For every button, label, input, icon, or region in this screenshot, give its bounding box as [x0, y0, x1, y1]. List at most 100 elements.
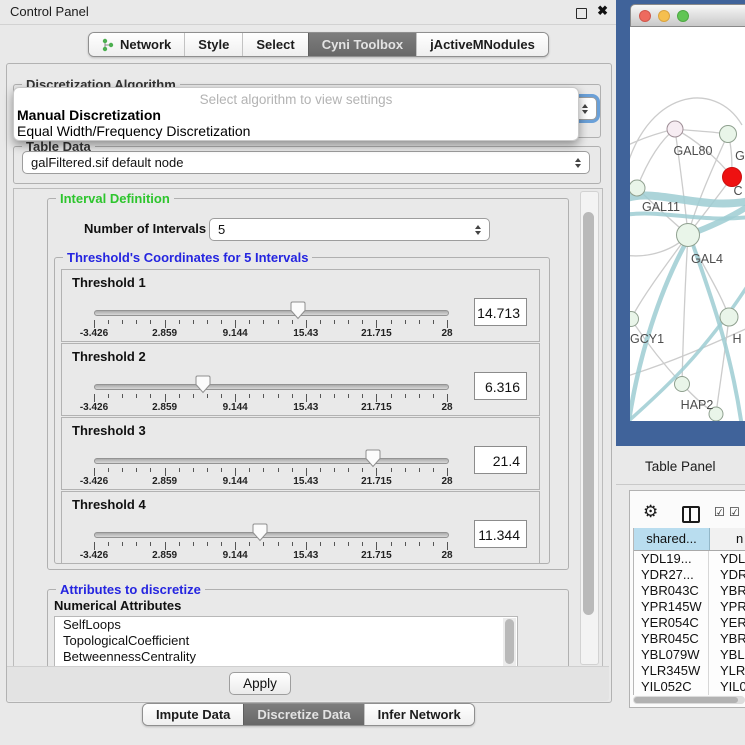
tab-select[interactable]: Select: [242, 33, 307, 56]
slider-thumb[interactable]: [252, 523, 268, 542]
tick-label: 2.859: [152, 476, 177, 487]
node-label-g: G: [735, 149, 745, 163]
settings-vertical-scrollbar[interactable]: [580, 191, 599, 665]
num-intervals-value: 5: [218, 222, 225, 237]
slider-track[interactable]: [94, 532, 449, 538]
slider-track[interactable]: [94, 458, 449, 464]
network-node-gal80[interactable]: [667, 121, 683, 137]
network-edge: [637, 129, 675, 188]
cell-name[interactable]: YIL0: [709, 679, 745, 695]
network-window-titlebar[interactable]: [630, 4, 745, 27]
table-data-combo[interactable]: galFiltered.sif default node: [22, 151, 590, 174]
tick-label: 15.43: [293, 550, 318, 561]
slider-thumb[interactable]: [365, 449, 381, 468]
minimize-traffic-light-icon[interactable]: [658, 10, 670, 22]
cell-shared-name[interactable]: YBR045C: [634, 631, 709, 647]
column-header-shared-name[interactable]: shared...: [634, 528, 710, 550]
tick-label: 21.715: [361, 402, 392, 413]
threshold-value-field[interactable]: 14.713: [474, 298, 527, 326]
cell-name[interactable]: YBL0: [709, 647, 745, 663]
slider-track[interactable]: [94, 310, 449, 316]
table-row[interactable]: YIL052CYIL0: [634, 679, 745, 695]
tick-label: 2.859: [152, 550, 177, 561]
tab-infer-network[interactable]: Infer Network: [364, 704, 474, 725]
tab-jactivemnodules[interactable]: jActiveMNodules: [416, 33, 548, 56]
slider-thumb[interactable]: [195, 375, 211, 394]
close-traffic-light-icon[interactable]: [639, 10, 651, 22]
cell-shared-name[interactable]: YDR27...: [634, 567, 709, 583]
tab-discretize-data[interactable]: Discretize Data: [243, 704, 363, 725]
dropdown-option-manual-discretization[interactable]: Manual Discretization: [17, 107, 161, 123]
slider-thumb[interactable]: [290, 301, 306, 320]
table-body: YDL19...YDL1YDR27...YDR2YBR043CYBR0YPR14…: [634, 551, 745, 695]
threshold-label: Threshold 3: [72, 423, 146, 438]
apply-button[interactable]: Apply: [229, 672, 291, 695]
node-table: shared... n YDL19...YDL1YDR27...YDR2YBR0…: [633, 528, 745, 695]
threshold-label: Threshold 2: [72, 349, 146, 364]
network-node-node-top-right[interactable]: [720, 126, 737, 143]
tab-cyni-toolbox[interactable]: Cyni Toolbox: [308, 33, 416, 56]
cell-name[interactable]: YBR0: [709, 583, 745, 599]
table-row[interactable]: YER054CYER0: [634, 615, 745, 631]
checkbox-icon[interactable]: ☑: [729, 505, 740, 519]
tick-label: 21.715: [361, 476, 392, 487]
cell-shared-name[interactable]: YPR145W: [634, 599, 709, 615]
dropdown-option-equal-width-frequency[interactable]: Equal Width/Frequency Discretization: [17, 123, 250, 139]
cell-shared-name[interactable]: YER054C: [634, 615, 709, 631]
network-node-h-node[interactable]: [720, 308, 738, 326]
table-row[interactable]: YDL19...YDL1: [634, 551, 745, 567]
algorithm-dropdown-popup: Select algorithm to view settings Manual…: [13, 87, 579, 141]
threshold-panel-3: Threshold 3 -3.4262.8599.14415.4321.7152…: [61, 417, 540, 490]
column-header-name[interactable]: n: [710, 528, 745, 550]
cell-name[interactable]: YBR0: [709, 631, 745, 647]
cell-shared-name[interactable]: YLR345W: [634, 663, 709, 679]
cell-name[interactable]: YDL1: [709, 551, 745, 567]
attribute-item-selfloops[interactable]: SelfLoops: [55, 617, 517, 633]
network-node-gal4[interactable]: [677, 224, 700, 247]
tab-style[interactable]: Style: [184, 33, 242, 56]
table-row[interactable]: YBR045CYBR0: [634, 631, 745, 647]
cell-name[interactable]: YPR1: [709, 599, 745, 615]
float-window-icon[interactable]: [576, 8, 587, 19]
tab-network[interactable]: Network: [89, 33, 184, 56]
scrollbar-thumb[interactable]: [583, 212, 594, 615]
cell-shared-name[interactable]: YDL19...: [634, 551, 709, 567]
table-row[interactable]: YPR145WYPR1: [634, 599, 745, 615]
close-icon[interactable]: ✖: [597, 3, 608, 19]
table-horizontal-scrollbar[interactable]: [633, 696, 745, 704]
threshold-label: Threshold 4: [72, 497, 146, 512]
cell-name[interactable]: YDR2: [709, 567, 745, 583]
table-row[interactable]: YDR27...YDR2: [634, 567, 745, 583]
table-panel: Table Panel ⚙ ☑ ☑ shared... n YDL19...YD…: [616, 446, 745, 745]
list-scrollbar[interactable]: [503, 618, 516, 666]
cell-name[interactable]: YLR3: [709, 663, 745, 679]
attribute-item-betweennesscentrality[interactable]: BetweennessCentrality: [55, 649, 517, 665]
split-view-icon[interactable]: [682, 506, 700, 523]
table-row[interactable]: YBR043CYBR0: [634, 583, 745, 599]
network-node-hap2[interactable]: [675, 377, 690, 392]
cell-shared-name[interactable]: YBL079W: [634, 647, 709, 663]
gear-icon[interactable]: ⚙: [643, 503, 658, 520]
slider-track[interactable]: [94, 384, 449, 390]
checkbox-icon[interactable]: ☑: [714, 505, 725, 519]
network-node-gal11[interactable]: [630, 180, 645, 196]
cell-shared-name[interactable]: YIL052C: [634, 679, 709, 695]
tab-impute-data[interactable]: Impute Data: [143, 704, 243, 725]
threshold-value-field[interactable]: 11.344: [474, 520, 527, 548]
cell-name[interactable]: YER0: [709, 615, 745, 631]
table-row[interactable]: YLR345WYLR3: [634, 663, 745, 679]
table-row[interactable]: YBL079WYBL0: [634, 647, 745, 663]
threshold-value-field[interactable]: 21.4: [474, 446, 527, 474]
scrollbar-thumb[interactable]: [634, 697, 738, 703]
tab-label: Cyni Toolbox: [322, 37, 403, 52]
zoom-traffic-light-icon[interactable]: [677, 10, 689, 22]
network-canvas[interactable]: GAL80GCGAL11GAL4GCY1HHAP2: [630, 27, 745, 421]
attribute-item-topologicalcoefficient[interactable]: TopologicalCoefficient: [55, 633, 517, 649]
num-intervals-combo[interactable]: 5: [209, 218, 490, 241]
threshold-label: Threshold 1: [72, 275, 146, 290]
cell-shared-name[interactable]: YBR043C: [634, 583, 709, 599]
network-node-gcy1[interactable]: [630, 312, 639, 327]
tick-label: 28: [441, 402, 452, 413]
threshold-value-field[interactable]: 6.316: [474, 372, 527, 400]
numerical-attributes-list: SelfLoopsTopologicalCoefficientBetweenne…: [54, 616, 518, 668]
